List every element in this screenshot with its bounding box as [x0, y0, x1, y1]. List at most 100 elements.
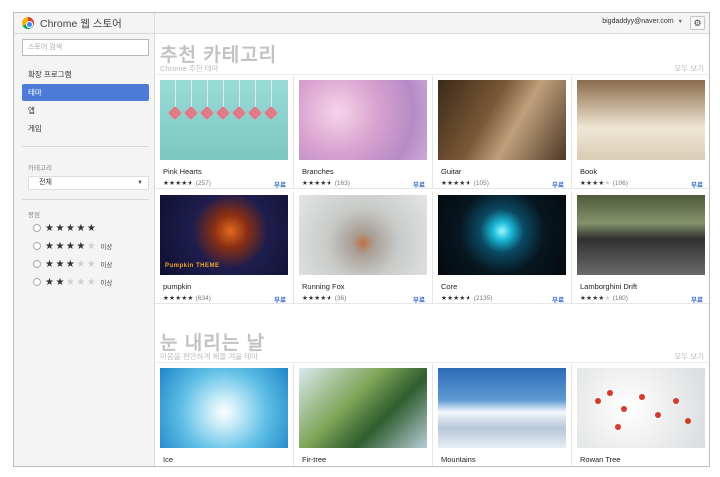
rating-filter-2[interactable]: ★★★★★ 이상 — [33, 276, 112, 288]
sidebar-item-themes[interactable]: 테마 — [22, 84, 149, 101]
thumbnail-caption: Pumpkin THEME — [165, 263, 220, 269]
price-label[interactable]: 무료 — [413, 179, 425, 189]
theme-card[interactable]: Lamborghini Drift ★★★★★ (180) 무료 — [572, 191, 709, 304]
rating-count: (634) — [195, 295, 211, 302]
pumpkin-image[interactable]: Pumpkin THEME — [160, 195, 288, 275]
account-email: bigdaddyy@naver.com — [602, 18, 674, 25]
theme-card[interactable]: Pink Hearts ★★★★★ (257) 무료 — [155, 76, 294, 189]
theme-card[interactable]: Running Fox ★★★★★ (36) 무료 — [294, 191, 433, 304]
radio-button[interactable] — [33, 224, 41, 232]
chevron-down-icon: ▼ — [137, 180, 143, 186]
radio-button[interactable] — [33, 260, 41, 268]
fox-image[interactable] — [299, 195, 427, 275]
star-rating-icon: ★★★★★ — [45, 276, 98, 288]
berry-decoration — [621, 406, 627, 412]
theme-card[interactable]: Ice★★★★★ (18)무료 — [155, 364, 294, 466]
sidebar: Chrome 웹 스토어 확장 프로그램 테마 앱 게임 카테고리 전체 ▼ 평… — [14, 13, 155, 466]
sidebar-item-games[interactable]: 게임 — [22, 120, 149, 137]
theme-card[interactable]: Branches ★★★★★ (163) 무료 — [294, 76, 433, 189]
theme-card[interactable]: Core ★★★★★ (2135) 무료 — [433, 191, 572, 304]
price-label[interactable]: 무료 — [552, 294, 564, 304]
heart-icon — [199, 105, 215, 121]
theme-name[interactable]: Branches — [302, 167, 334, 176]
see-all-link[interactable]: 모두 보기 — [674, 63, 704, 74]
theme-name[interactable]: Core — [441, 282, 457, 291]
price-label[interactable]: 무료 — [274, 179, 286, 189]
rating-count: (36) — [334, 295, 347, 302]
rating-filter-4[interactable]: ★★★★★ 이상 — [33, 240, 112, 252]
see-all-link[interactable]: 모두 보기 — [674, 351, 704, 362]
berry-decoration — [595, 398, 601, 404]
berry-decoration — [639, 394, 645, 400]
divider — [155, 362, 709, 363]
store-logo[interactable]: Chrome 웹 스토어 — [14, 13, 154, 34]
pink-hearts-image[interactable] — [160, 80, 288, 160]
star-rating: ★★★★★ (180) — [580, 294, 628, 302]
price-label[interactable]: 무료 — [274, 294, 286, 304]
theme-card[interactable]: Guitar ★★★★★ (105) 무료 — [433, 76, 572, 189]
ice-image[interactable] — [160, 368, 288, 448]
radio-button[interactable] — [33, 278, 41, 286]
theme-card[interactable]: Fir-tree★★★★★ (57)무료 — [294, 364, 433, 466]
star-rating-icon: ★★★★★ — [580, 180, 611, 187]
theme-name[interactable]: Fir-tree — [302, 455, 326, 464]
chrome-logo-icon — [22, 17, 34, 29]
price-label[interactable]: 무료 — [552, 179, 564, 189]
star-rating-icon: ★★★★★ — [45, 258, 98, 270]
theme-card[interactable]: Book ★★★★★ (106) 무료 — [572, 76, 709, 189]
theme-name[interactable]: Pink Hearts — [163, 167, 202, 176]
core-image[interactable] — [438, 195, 566, 275]
theme-name[interactable]: Book — [580, 167, 597, 176]
star-rating: ★★★★★ (2135) — [441, 294, 493, 302]
sidebar-item-apps[interactable]: 앱 — [22, 102, 149, 119]
star-rating: ★★★★★ (106) — [580, 179, 628, 187]
lamborghini-image[interactable] — [577, 195, 705, 275]
rating-filter-5[interactable]: ★★★★★ — [33, 222, 97, 234]
main-content: 추천 카테고리 Chrome 추천 테마 모두 보기 눈 내리는 날 마음을 편… — [155, 34, 709, 466]
star-rating-icon: ★★★★★ — [163, 295, 194, 302]
divider — [22, 199, 149, 200]
price-label[interactable]: 무료 — [691, 294, 703, 304]
berry-decoration — [655, 412, 661, 418]
heart-icon — [231, 105, 247, 121]
divider — [155, 74, 709, 75]
theme-card[interactable]: Pumpkin THEME pumpkin ★★★★★ (634) 무료 — [155, 191, 294, 304]
search-input[interactable] — [22, 39, 149, 56]
theme-name[interactable]: Running Fox — [302, 282, 345, 291]
rating-label: 평점 — [28, 212, 40, 219]
guitar-image[interactable] — [438, 80, 566, 160]
category-select-value: 전체 — [39, 179, 52, 186]
rating-count: (106) — [612, 180, 628, 187]
branches-image[interactable] — [299, 80, 427, 160]
fir-tree-image[interactable] — [299, 368, 427, 448]
star-rating-icon: ★★★★★ — [580, 295, 611, 302]
rating-filter-3[interactable]: ★★★★★ 이상 — [33, 258, 112, 270]
theme-name[interactable]: pumpkin — [163, 282, 191, 291]
price-label[interactable]: 무료 — [691, 179, 703, 189]
star-rating-icon: ★★★★★ — [302, 295, 333, 302]
category-select[interactable]: 전체 ▼ — [28, 176, 149, 190]
theme-name[interactable]: Guitar — [441, 167, 461, 176]
category-label: 카테고리 — [28, 165, 52, 172]
star-rating-icon: ★★★★★ — [45, 240, 98, 252]
berry-decoration — [615, 424, 621, 430]
price-label[interactable]: 무료 — [413, 294, 425, 304]
mountains-image[interactable] — [438, 368, 566, 448]
sidebar-item-extensions[interactable]: 확장 프로그램 — [22, 66, 149, 83]
rowan-tree-image[interactable] — [577, 368, 705, 448]
heart-icon — [215, 105, 231, 121]
section-subtitle: Chrome 추천 테마 — [160, 64, 219, 73]
theme-card[interactable]: Mountains★★★★★ (35)무료 — [433, 364, 572, 466]
account-menu[interactable]: bigdaddyy@naver.com ▼ — [602, 18, 683, 25]
star-rating: ★★★★★ (105) — [441, 179, 489, 187]
theme-name[interactable]: Mountains — [441, 455, 476, 464]
theme-name[interactable]: Lamborghini Drift — [580, 282, 637, 291]
theme-name[interactable]: Rowan Tree — [580, 455, 620, 464]
book-image[interactable] — [577, 80, 705, 160]
theme-card[interactable]: Rowan Tree★★★★★ (23)무료 — [572, 364, 709, 466]
section-subtitle: 마음을 편안하게 해줄 겨울 테마 — [160, 352, 259, 361]
star-rating-icon: ★★★★★ — [441, 180, 472, 187]
settings-button[interactable]: ⚙ — [690, 16, 705, 30]
theme-name[interactable]: Ice — [163, 455, 173, 464]
radio-button[interactable] — [33, 242, 41, 250]
